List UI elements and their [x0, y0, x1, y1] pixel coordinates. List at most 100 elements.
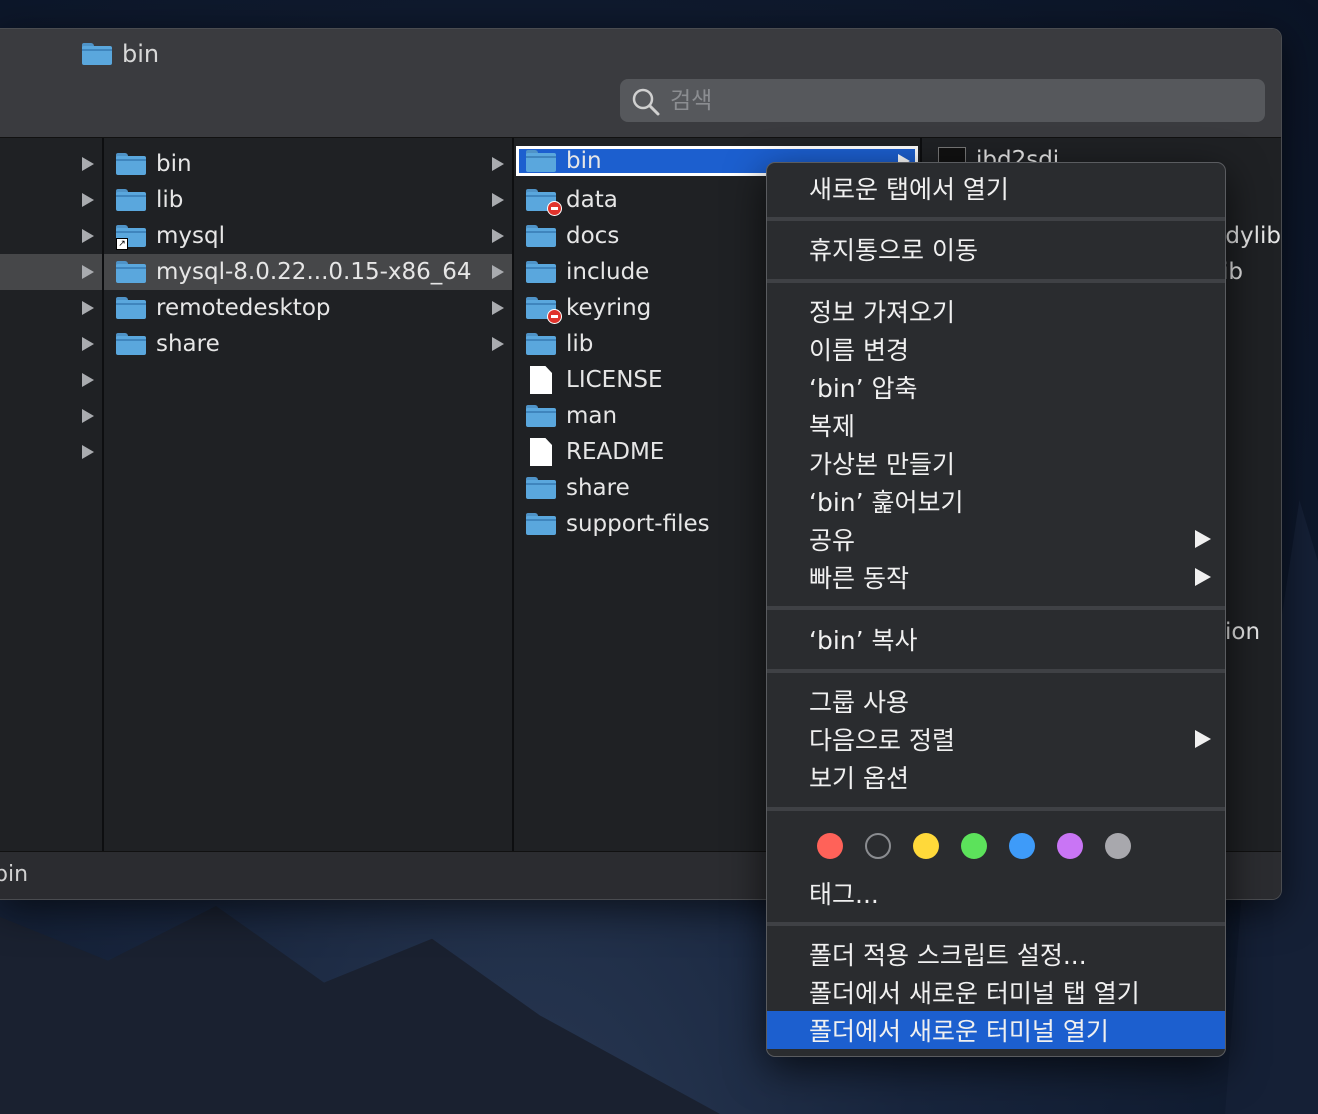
list-item[interactable]: bin — [104, 146, 512, 182]
item-name: README — [566, 439, 665, 465]
folder-icon — [116, 153, 146, 175]
menu-item-label: 태그... — [809, 880, 879, 909]
context-menu: 새로운 탭에서 열기 휴지통으로 이동 정보 가져오기 이름 변경 ‘bin’ … — [766, 162, 1226, 1057]
toolbar: bin — [0, 29, 1281, 138]
menu-item-quick-actions[interactable]: 빠른 동작 — [767, 558, 1225, 596]
list-item[interactable]: remotedesktop — [104, 290, 512, 326]
item-name: man — [566, 403, 618, 429]
column-row[interactable] — [0, 398, 102, 434]
list-item[interactable]: ↗ mysql — [104, 218, 512, 254]
menu-item-sort-by[interactable]: 다음으로 정렬 — [767, 720, 1225, 758]
list-item[interactable]: share — [104, 326, 512, 362]
tag-purple-dot[interactable] — [1057, 833, 1083, 859]
menu-item-use-groups[interactable]: 그룹 사용 — [767, 682, 1225, 720]
folder-restricted-icon — [526, 189, 562, 216]
column-row[interactable] — [0, 146, 102, 182]
submenu-arrow-icon — [1195, 730, 1211, 748]
disclosure-arrow-icon — [492, 265, 504, 279]
item-name: share — [156, 331, 220, 357]
menu-item-copy[interactable]: ‘bin’ 복사 — [767, 620, 1225, 658]
folder-icon — [116, 189, 146, 211]
folder-restricted-icon — [526, 297, 562, 324]
menu-item-rename[interactable]: 이름 변경 — [767, 330, 1225, 368]
disclosure-arrow-icon — [82, 373, 94, 387]
search-icon — [632, 88, 660, 115]
list-item-fragment[interactable]: ion — [1225, 614, 1281, 650]
column-row[interactable] — [0, 326, 102, 362]
menu-item-label: 정보 가져오기 — [809, 298, 955, 327]
list-item-fragment[interactable]: ib — [1222, 254, 1281, 290]
menu-item-label: 이름 변경 — [809, 336, 909, 365]
menu-item-tags[interactable]: 태그... — [767, 874, 1225, 912]
tag-gray-dot[interactable] — [1105, 833, 1131, 859]
folder-icon — [526, 261, 556, 283]
menu-item-duplicate[interactable]: 복제 — [767, 406, 1225, 444]
tag-green-dot[interactable] — [961, 833, 987, 859]
column-row[interactable] — [0, 290, 102, 326]
menu-item-folder-actions-setup[interactable]: 폴더 적용 스크립트 설정... — [767, 935, 1225, 973]
search-field[interactable] — [620, 79, 1265, 122]
disclosure-arrow-icon — [82, 229, 94, 243]
folder-icon — [82, 43, 112, 65]
menu-item-quick-look[interactable]: ‘bin’ 훑어보기 — [767, 482, 1225, 520]
folder-icon — [526, 513, 556, 535]
disclosure-arrow-icon — [492, 157, 504, 171]
item-name: share — [566, 475, 630, 501]
menu-item-open-in-new-tab[interactable]: 새로운 탭에서 열기 — [767, 169, 1225, 207]
disclosure-arrow-icon — [82, 193, 94, 207]
disclosure-arrow-icon — [492, 229, 504, 243]
item-name: ion — [1225, 619, 1261, 645]
column-row[interactable] — [0, 182, 102, 218]
menu-item-new-terminal[interactable]: 폴더에서 새로운 터미널 열기 — [767, 1011, 1225, 1049]
column-row-selected[interactable] — [0, 254, 102, 290]
menu-item-label: 가상본 만들기 — [809, 450, 955, 479]
list-item-selected[interactable]: mysql-8.0.22...0.15-x86_64 — [104, 254, 512, 290]
search-input[interactable] — [668, 86, 1232, 115]
folder-icon — [526, 225, 556, 247]
menu-item-make-alias[interactable]: 가상본 만들기 — [767, 444, 1225, 482]
menu-item-label: 그룹 사용 — [809, 688, 909, 717]
document-icon — [530, 366, 552, 394]
item-name: docs — [566, 223, 620, 249]
menu-separator — [767, 279, 1225, 283]
menu-item-label: ‘bin’ 압축 — [809, 374, 918, 403]
column-row[interactable] — [0, 362, 102, 398]
menu-item-label: 공유 — [809, 526, 856, 555]
menu-item-move-to-trash[interactable]: 휴지통으로 이동 — [767, 230, 1225, 268]
disclosure-arrow-icon — [82, 337, 94, 351]
submenu-arrow-icon — [1195, 530, 1211, 548]
desktop-rock — [0, 905, 720, 1114]
menu-item-label: 보기 옵션 — [809, 764, 909, 793]
column-row[interactable] — [0, 434, 102, 470]
menu-item-label: 폴더 적용 스크립트 설정... — [809, 941, 1087, 970]
tag-red-dot[interactable] — [817, 833, 843, 859]
menu-item-label: 새로운 탭에서 열기 — [809, 175, 1009, 204]
list-item[interactable]: lib — [104, 182, 512, 218]
column-parent — [0, 138, 104, 851]
item-name: lib — [156, 187, 184, 213]
disclosure-arrow-icon — [82, 445, 94, 459]
disclosure-arrow-icon — [82, 265, 94, 279]
item-name: mysql-8.0.22...0.15-x86_64 — [156, 259, 472, 285]
item-name: keyring — [566, 295, 652, 321]
menu-item-share[interactable]: 공유 — [767, 520, 1225, 558]
path-bar-text[interactable]: bin — [0, 862, 28, 887]
tag-yellow-dot[interactable] — [913, 833, 939, 859]
menu-separator — [767, 217, 1225, 221]
folder-icon — [116, 261, 146, 283]
item-name: lib — [566, 331, 594, 357]
menu-item-new-terminal-tab[interactable]: 폴더에서 새로운 터미널 탭 열기 — [767, 973, 1225, 1011]
item-name: remotedesktop — [156, 295, 331, 321]
item-name: include — [566, 259, 650, 285]
menu-item-compress[interactable]: ‘bin’ 압축 — [767, 368, 1225, 406]
folder-alias-icon: ↗ — [116, 225, 146, 250]
window-title: bin — [82, 39, 159, 69]
disclosure-arrow-icon — [492, 193, 504, 207]
item-name: data — [566, 187, 618, 213]
menu-item-get-info[interactable]: 정보 가져오기 — [767, 292, 1225, 330]
tag-blue-dot[interactable] — [1009, 833, 1035, 859]
tag-none-dot[interactable] — [865, 833, 891, 859]
disclosure-arrow-icon — [492, 337, 504, 351]
column-row[interactable] — [0, 218, 102, 254]
menu-item-view-options[interactable]: 보기 옵션 — [767, 758, 1225, 796]
